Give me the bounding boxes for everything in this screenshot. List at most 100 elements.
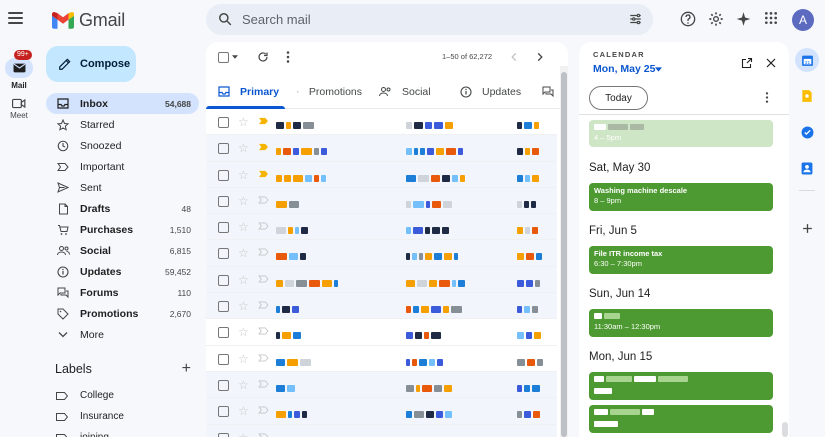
more-vertical-icon[interactable] bbox=[286, 51, 290, 63]
search-input[interactable] bbox=[242, 10, 612, 29]
today-button[interactable]: Today bbox=[589, 86, 648, 110]
email-row[interactable]: ☆ bbox=[206, 214, 557, 241]
row-checkbox[interactable] bbox=[218, 353, 229, 365]
row-checkbox[interactable] bbox=[218, 274, 229, 286]
email-row[interactable]: ☆ bbox=[206, 266, 557, 294]
account-avatar[interactable]: A bbox=[792, 9, 814, 31]
nav-item-social[interactable]: Social 6,815 bbox=[46, 240, 199, 261]
email-row[interactable]: ☆ bbox=[206, 345, 557, 372]
star-toggle-icon[interactable]: ☆ bbox=[238, 246, 249, 260]
nav-item-more[interactable]: More bbox=[46, 324, 199, 345]
search-icon[interactable] bbox=[218, 12, 232, 26]
get-addons-button[interactable] bbox=[797, 218, 817, 238]
star-toggle-icon[interactable]: ☆ bbox=[238, 378, 249, 392]
calendar-app-button[interactable]: 31 bbox=[795, 48, 819, 72]
label-item-insurance[interactable]: Insurance bbox=[46, 406, 199, 427]
star-toggle-icon[interactable]: ☆ bbox=[238, 115, 249, 129]
tab-promotions[interactable]: Promotions bbox=[297, 74, 362, 109]
important-marker-icon[interactable] bbox=[258, 143, 269, 151]
select-dropdown-icon[interactable] bbox=[232, 55, 238, 59]
nav-item-promotions[interactable]: Promotions 2,670 bbox=[46, 303, 199, 324]
star-toggle-icon[interactable]: ☆ bbox=[238, 168, 249, 182]
important-marker-icon[interactable] bbox=[258, 117, 269, 125]
important-marker-icon[interactable] bbox=[258, 380, 269, 388]
star-toggle-icon[interactable]: ☆ bbox=[238, 431, 249, 437]
nav-item-inbox[interactable]: Inbox 54,688 bbox=[46, 93, 199, 114]
label-item-college[interactable]: College bbox=[46, 385, 199, 406]
star-toggle-icon[interactable]: ☆ bbox=[238, 404, 249, 418]
forum-tab-icon[interactable] bbox=[542, 86, 554, 97]
star-toggle-icon[interactable]: ☆ bbox=[238, 220, 249, 234]
apps-grid-icon[interactable] bbox=[764, 11, 778, 25]
gmail-logo[interactable]: Gmail bbox=[52, 10, 125, 31]
row-checkbox[interactable] bbox=[218, 143, 229, 155]
important-marker-icon[interactable] bbox=[258, 222, 269, 230]
calendar-more-vertical-icon[interactable] bbox=[765, 92, 769, 103]
calendar-event[interactable]: Washing machine descale 8 – 9pm bbox=[589, 183, 773, 211]
close-icon[interactable] bbox=[766, 58, 776, 68]
keep-app-button[interactable] bbox=[797, 86, 817, 106]
settings-gear-icon[interactable] bbox=[708, 11, 724, 27]
nav-item-drafts[interactable]: Drafts 48 bbox=[46, 198, 199, 219]
contacts-app-button[interactable] bbox=[797, 158, 817, 178]
gemini-sparkle-icon[interactable] bbox=[736, 11, 751, 27]
next-page-chevron-icon[interactable] bbox=[537, 52, 543, 62]
important-marker-icon[interactable] bbox=[258, 248, 269, 257]
row-checkbox[interactable] bbox=[218, 432, 229, 437]
star-toggle-icon[interactable]: ☆ bbox=[238, 194, 249, 208]
open-in-new-tab-icon[interactable] bbox=[741, 57, 753, 69]
prev-page-chevron-icon[interactable] bbox=[511, 52, 517, 62]
nav-item-purchases[interactable]: Purchases 1,510 bbox=[46, 219, 199, 240]
calendar-event[interactable]: 4 – 5pm bbox=[589, 120, 773, 147]
calendar-current-date[interactable]: Mon, May 25 bbox=[593, 63, 655, 75]
row-checkbox[interactable] bbox=[218, 301, 229, 313]
email-row[interactable]: ☆ bbox=[206, 109, 557, 136]
nav-item-forums[interactable]: Forums 110 bbox=[46, 282, 199, 303]
add-label-plus-icon[interactable]: + bbox=[182, 361, 191, 377]
calendar-event[interactable]: 11:30am – 12:30pm bbox=[589, 309, 773, 337]
nav-item-updates[interactable]: Updates 59,452 bbox=[46, 261, 199, 282]
row-checkbox[interactable] bbox=[218, 327, 229, 339]
calendar-event[interactable] bbox=[589, 372, 773, 400]
main-menu-icon[interactable] bbox=[8, 12, 23, 25]
email-row[interactable]: ☆ bbox=[206, 424, 557, 437]
tab-social[interactable]: Social bbox=[379, 74, 449, 109]
nav-item-sent[interactable]: Sent bbox=[46, 177, 199, 198]
row-checkbox[interactable] bbox=[218, 379, 229, 391]
important-marker-icon[interactable] bbox=[258, 354, 269, 362]
star-toggle-icon[interactable]: ☆ bbox=[238, 325, 249, 339]
nav-item-starred[interactable]: Starred bbox=[46, 114, 199, 135]
important-marker-icon[interactable] bbox=[258, 275, 269, 283]
important-marker-icon[interactable] bbox=[258, 327, 269, 335]
email-row[interactable]: ☆ bbox=[206, 187, 557, 215]
row-checkbox[interactable] bbox=[218, 169, 229, 181]
star-toggle-icon[interactable]: ☆ bbox=[238, 299, 249, 313]
calendar-scrollbar[interactable] bbox=[782, 422, 788, 437]
important-marker-icon[interactable] bbox=[258, 301, 269, 309]
nav-item-important[interactable]: Important bbox=[46, 156, 199, 177]
star-toggle-icon[interactable]: ☆ bbox=[238, 273, 249, 287]
select-all-checkbox[interactable] bbox=[218, 52, 229, 63]
email-row[interactable]: ☆ bbox=[206, 293, 557, 320]
rail-meet-button[interactable]: Meet bbox=[5, 98, 33, 120]
important-marker-icon[interactable] bbox=[258, 170, 269, 178]
date-dropdown-icon[interactable] bbox=[655, 67, 662, 72]
search-options-icon[interactable] bbox=[628, 12, 643, 26]
calendar-event[interactable]: File ITR income tax 6:30 – 7:30pm bbox=[589, 246, 773, 274]
row-checkbox[interactable] bbox=[218, 248, 229, 260]
row-checkbox[interactable] bbox=[218, 117, 229, 128]
nav-item-snoozed[interactable]: Snoozed bbox=[46, 135, 199, 156]
important-marker-icon[interactable] bbox=[258, 196, 269, 204]
email-row[interactable]: ☆ bbox=[206, 135, 557, 162]
row-checkbox[interactable] bbox=[218, 222, 229, 234]
email-row[interactable]: ☆ bbox=[206, 371, 557, 399]
tab-updates[interactable]: Updates bbox=[460, 74, 535, 109]
refresh-icon[interactable] bbox=[257, 51, 269, 63]
mail-scrollbar-thumb[interactable] bbox=[561, 72, 567, 437]
tab-primary[interactable]: Primary bbox=[206, 74, 285, 109]
row-checkbox[interactable] bbox=[218, 406, 229, 418]
important-marker-icon[interactable] bbox=[258, 406, 269, 414]
email-row[interactable]: ☆ bbox=[206, 240, 557, 267]
email-row[interactable]: ☆ bbox=[206, 161, 557, 196]
help-icon[interactable] bbox=[680, 11, 696, 27]
